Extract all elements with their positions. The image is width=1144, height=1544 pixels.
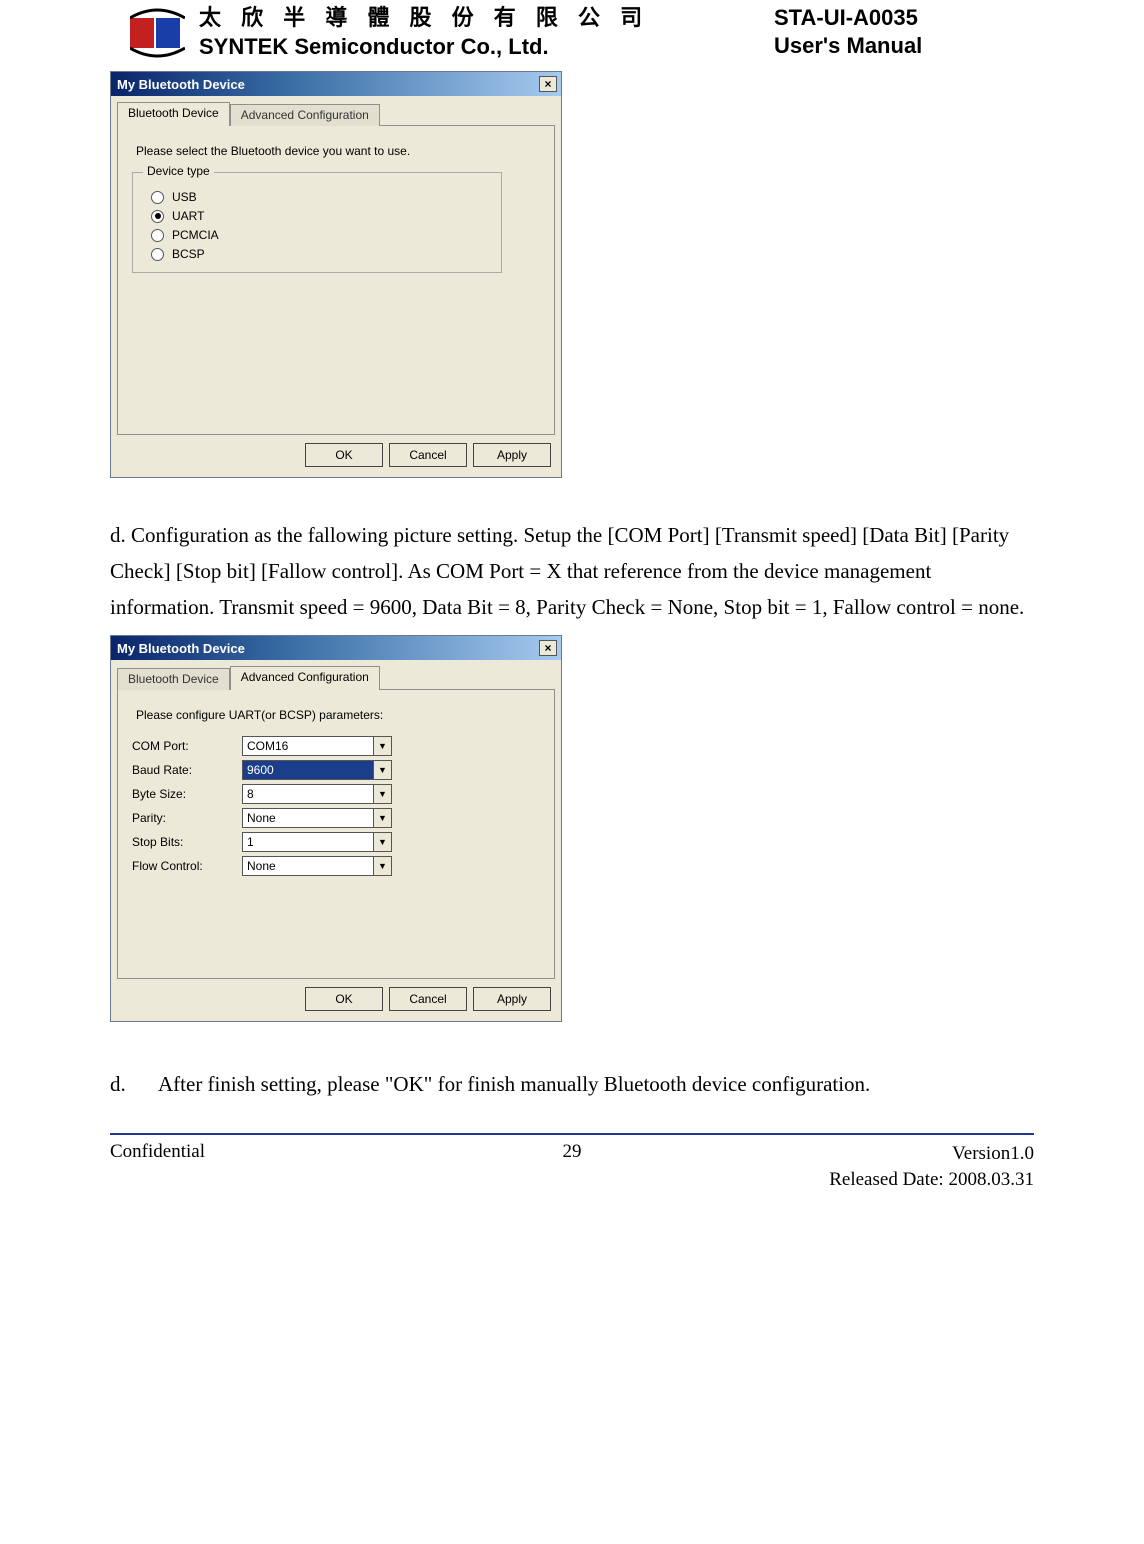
doc-title: User's Manual bbox=[774, 32, 1034, 60]
com-port-select[interactable]: COM16 ▼ bbox=[242, 736, 392, 756]
baud-rate-value: 9600 bbox=[243, 761, 373, 779]
company-name-cn: 太 欣 半 導 體 股 份 有 限 公 司 bbox=[199, 4, 649, 33]
company-block: 太 欣 半 導 體 股 份 有 限 公 司 SYNTEK Semiconduct… bbox=[130, 4, 774, 61]
parity-select[interactable]: None ▼ bbox=[242, 808, 392, 828]
radio-usb[interactable]: USB bbox=[151, 190, 483, 204]
chevron-down-icon: ▼ bbox=[373, 809, 391, 827]
radio-uart-label: UART bbox=[172, 209, 204, 223]
paragraph-d-text: After finish setting, please "OK" for fi… bbox=[158, 1067, 870, 1103]
dialog1-prompt: Please select the Bluetooth device you w… bbox=[136, 144, 540, 158]
chevron-down-icon: ▼ bbox=[373, 833, 391, 851]
parity-label: Parity: bbox=[132, 811, 242, 825]
radio-icon bbox=[151, 191, 164, 204]
com-port-value: COM16 bbox=[243, 737, 373, 755]
tab-advanced-config[interactable]: Advanced Configuration bbox=[230, 666, 380, 690]
tab-bluetooth-device[interactable]: Bluetooth Device bbox=[117, 102, 230, 126]
paragraph-d: d. After finish setting, please "OK" for… bbox=[110, 1067, 1034, 1103]
close-icon[interactable]: × bbox=[539, 640, 557, 656]
company-name-en: SYNTEK Semiconductor Co., Ltd. bbox=[199, 33, 649, 62]
footer-confidential: Confidential bbox=[110, 1141, 415, 1192]
apply-button[interactable]: Apply bbox=[473, 443, 551, 467]
dialog2-titlebar: My Bluetooth Device × bbox=[111, 636, 561, 660]
radio-pcmcia[interactable]: PCMCIA bbox=[151, 228, 483, 242]
radio-checked-icon bbox=[151, 210, 164, 223]
byte-size-label: Byte Size: bbox=[132, 787, 242, 801]
chevron-down-icon: ▼ bbox=[373, 785, 391, 803]
dialog1-title: My Bluetooth Device bbox=[117, 77, 539, 92]
group-legend: Device type bbox=[143, 164, 214, 178]
radio-icon bbox=[151, 248, 164, 261]
radio-bcsp-label: BCSP bbox=[172, 247, 205, 261]
stop-bits-select[interactable]: 1 ▼ bbox=[242, 832, 392, 852]
cancel-button[interactable]: Cancel bbox=[389, 443, 467, 467]
device-type-group: Device type USB UART PCMCIA bbox=[132, 172, 502, 273]
radio-usb-label: USB bbox=[172, 190, 197, 204]
footer-version: Version1.0 bbox=[729, 1141, 1034, 1167]
advanced-config-dialog: My Bluetooth Device × Bluetooth Device A… bbox=[110, 635, 562, 1022]
doc-code: STA-UI-A0035 bbox=[774, 4, 1034, 32]
company-logo-icon bbox=[130, 8, 185, 58]
radio-pcmcia-label: PCMCIA bbox=[172, 228, 219, 242]
radio-bcsp[interactable]: BCSP bbox=[151, 247, 483, 261]
list-marker: d. bbox=[110, 1067, 140, 1103]
page-footer: Confidential 29 Version1.0 Released Date… bbox=[0, 1141, 1144, 1192]
chevron-down-icon: ▼ bbox=[373, 737, 391, 755]
footer-page-number: 29 bbox=[415, 1141, 729, 1192]
bluetooth-device-dialog: My Bluetooth Device × Bluetooth Device A… bbox=[110, 71, 562, 478]
ok-button[interactable]: OK bbox=[305, 987, 383, 1011]
dialog2-prompt: Please configure UART(or BCSP) parameter… bbox=[136, 708, 540, 722]
paragraph-c: d. Configuration as the fallowing pictur… bbox=[110, 518, 1034, 625]
stop-bits-label: Stop Bits: bbox=[132, 835, 242, 849]
baud-rate-select[interactable]: 9600 ▼ bbox=[242, 760, 392, 780]
dialog2-title: My Bluetooth Device bbox=[117, 641, 539, 656]
flow-control-select[interactable]: None ▼ bbox=[242, 856, 392, 876]
apply-button[interactable]: Apply bbox=[473, 987, 551, 1011]
page-header: 太 欣 半 導 體 股 份 有 限 公 司 SYNTEK Semiconduct… bbox=[0, 0, 1144, 71]
tab-advanced-config[interactable]: Advanced Configuration bbox=[230, 104, 380, 126]
cancel-button[interactable]: Cancel bbox=[389, 987, 467, 1011]
dialog1-titlebar: My Bluetooth Device × bbox=[111, 72, 561, 96]
stop-bits-value: 1 bbox=[243, 833, 373, 851]
radio-uart[interactable]: UART bbox=[151, 209, 483, 223]
byte-size-select[interactable]: 8 ▼ bbox=[242, 784, 392, 804]
ok-button[interactable]: OK bbox=[305, 443, 383, 467]
footer-rule bbox=[110, 1133, 1034, 1135]
baud-rate-label: Baud Rate: bbox=[132, 763, 242, 777]
tab-bluetooth-device[interactable]: Bluetooth Device bbox=[117, 668, 230, 690]
chevron-down-icon: ▼ bbox=[373, 761, 391, 779]
radio-icon bbox=[151, 229, 164, 242]
parity-value: None bbox=[243, 809, 373, 827]
com-port-label: COM Port: bbox=[132, 739, 242, 753]
flow-control-value: None bbox=[243, 857, 373, 875]
flow-control-label: Flow Control: bbox=[132, 859, 242, 873]
footer-released: Released Date: 2008.03.31 bbox=[729, 1167, 1034, 1193]
close-icon[interactable]: × bbox=[539, 76, 557, 92]
chevron-down-icon: ▼ bbox=[373, 857, 391, 875]
byte-size-value: 8 bbox=[243, 785, 373, 803]
